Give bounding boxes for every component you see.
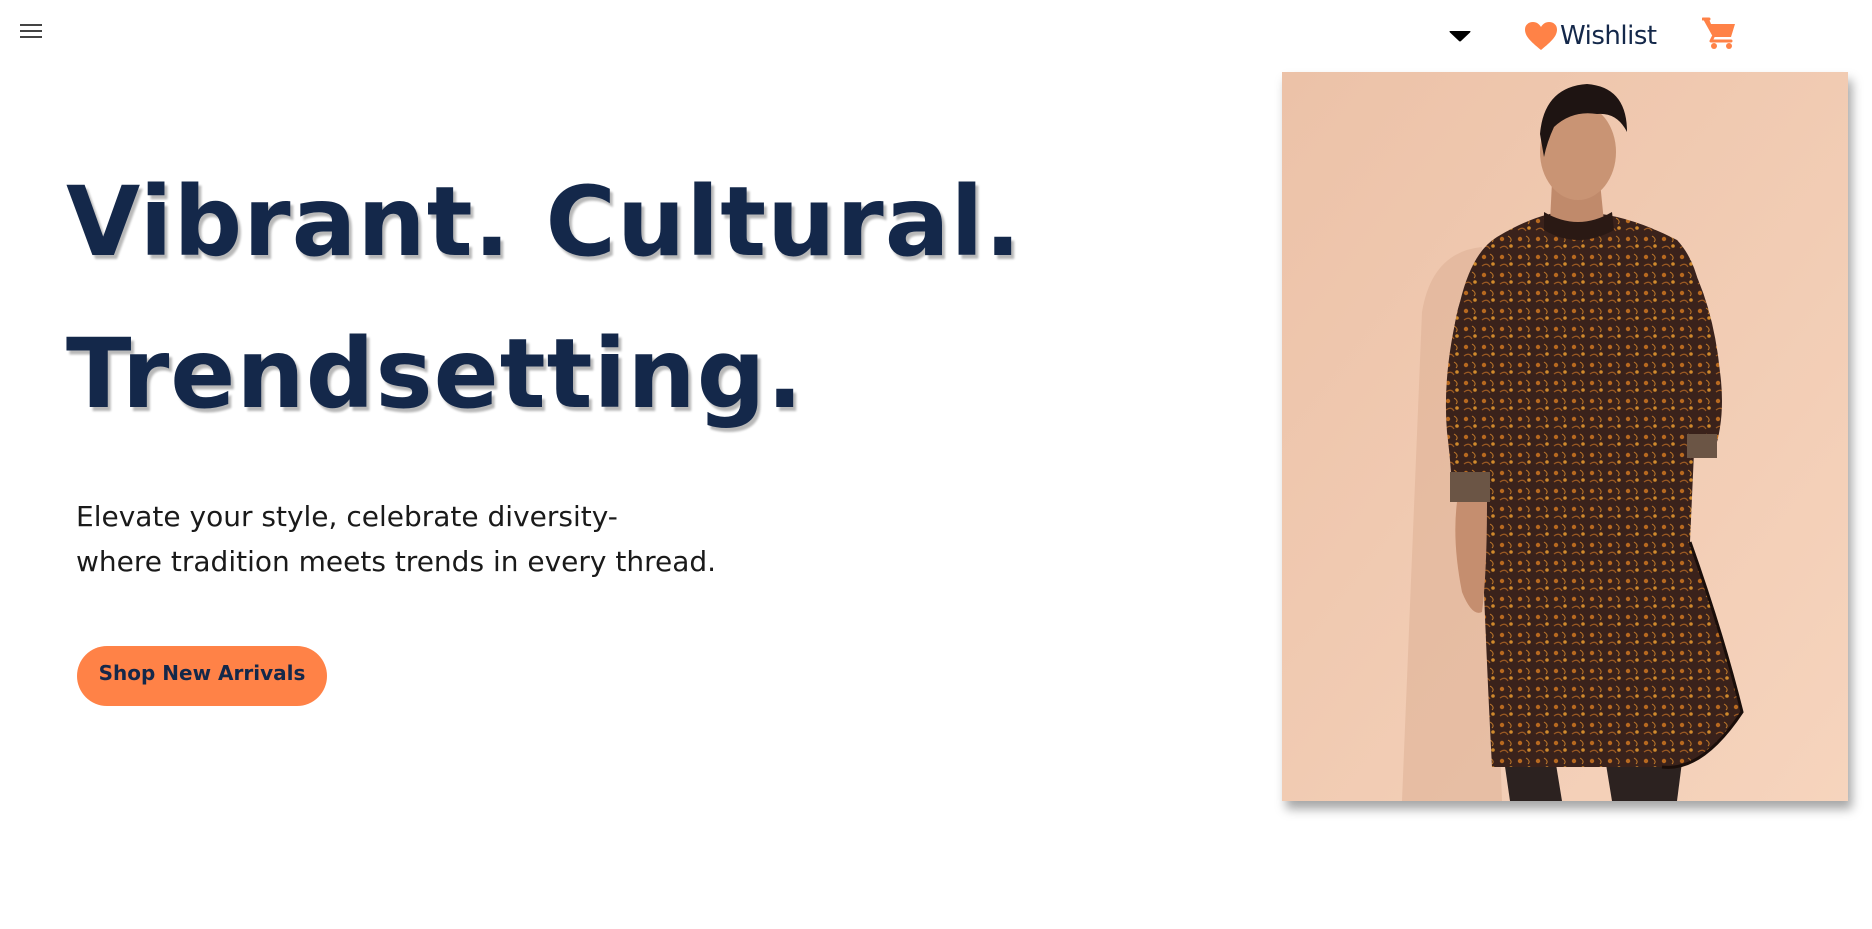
wishlist-link[interactable]: Wishlist [1524, 18, 1657, 54]
hero-heading-line-1: Vibrant. Cultural. [66, 166, 1022, 278]
hero-heading: Vibrant. Cultural. Trendsetting. [66, 152, 1022, 450]
hero-tagline: Elevate your style, celebrate diversity-… [76, 494, 716, 584]
caret-down-icon[interactable] [1448, 28, 1472, 44]
heart-icon [1525, 22, 1557, 50]
wishlist-label: Wishlist [1560, 21, 1657, 51]
shopping-cart-icon[interactable] [1701, 16, 1736, 50]
hero-heading-line-2: Trendsetting. [66, 318, 804, 430]
shop-new-arrivals-button[interactable]: Shop New Arrivals [77, 646, 327, 706]
hamburger-menu-icon[interactable] [20, 24, 42, 42]
hero-tagline-line-2: where tradition meets trends in every th… [76, 545, 717, 578]
top-navigation-bar: Wishlist [0, 0, 1872, 72]
hero-tagline-line-1: Elevate your style, celebrate diversity- [76, 500, 618, 533]
hero-model-photo [1282, 72, 1848, 801]
